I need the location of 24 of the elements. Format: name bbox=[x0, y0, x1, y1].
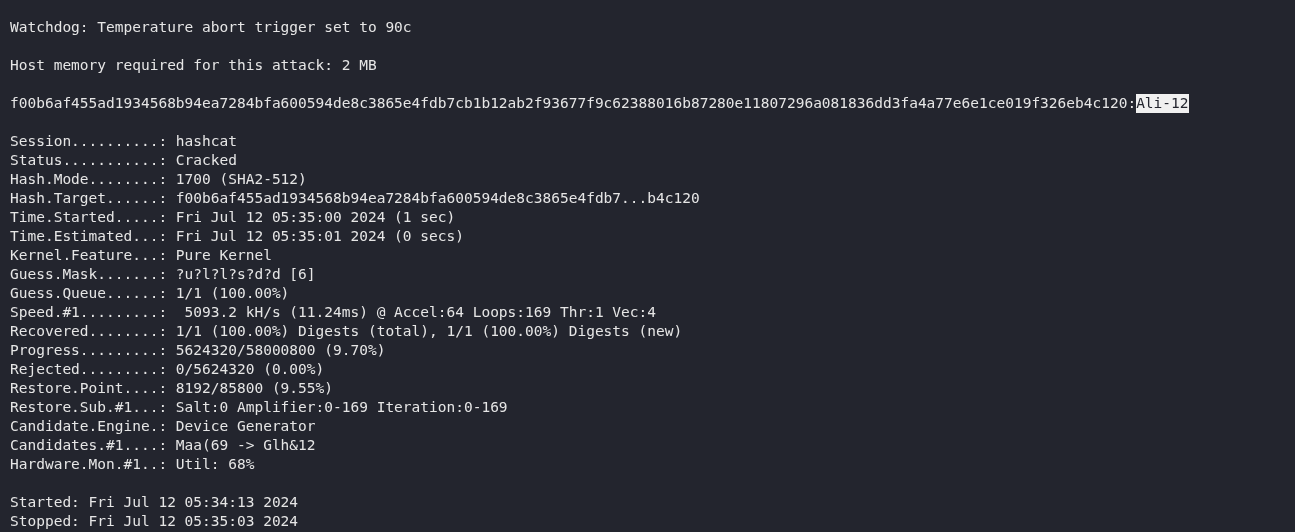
terminal-line: Recovered........: 1/1 (100.00%) Digests (total), 1/1 (100.00%) Digests (new) bbox=[10, 322, 684, 341]
terminal-line: Restore.Point....: 8192/85800 (9.55%) bbox=[10, 379, 334, 398]
terminal-line: Progress.........: 5624320/58000800 (9.70%) bbox=[10, 341, 387, 360]
terminal-line: Guess.Mask.......: ?u?l?l?s?d?d [6] bbox=[10, 265, 317, 284]
terminal-line: Guess.Queue......: 1/1 (100.00%) bbox=[10, 284, 291, 303]
terminal-line: Status...........: Cracked bbox=[10, 151, 238, 170]
terminal-line: Hardware.Mon.#1..: Util: 68% bbox=[10, 455, 256, 474]
terminal-line: Time.Started.....: Fri Jul 12 05:35:00 2024 (1 sec) bbox=[10, 208, 457, 227]
terminal-line: Started: Fri Jul 12 05:34:13 2024 bbox=[10, 493, 300, 512]
terminal-line: Candidate.Engine.: Device Generator bbox=[10, 417, 317, 436]
terminal-line: Session..........: hashcat bbox=[10, 132, 238, 151]
terminal-line: Hash.Mode........: 1700 (SHA2-512) bbox=[10, 170, 308, 189]
terminal-line: Candidates.#1....: Maa(69 -> Glh&12 bbox=[10, 436, 317, 455]
terminal-line: Time.Estimated...: Fri Jul 12 05:35:01 2024 (0 secs) bbox=[10, 227, 465, 246]
terminal-line: Restore.Sub.#1...: Salt:0 Amplifier:0-169 Iteration:0-169 bbox=[10, 398, 509, 417]
terminal-line: Kernel.Feature...: Pure Kernel bbox=[10, 246, 273, 265]
cracked-password: Ali-12 bbox=[1136, 94, 1189, 113]
hash-text: f00b6af455ad1934568b94ea7284bfa600594de8c3865e4fdb7cb1b12ab2f93677f9c62388016b87280e11807296a081836dd3fa4a77e6e1ce019f326eb4c120: bbox=[10, 94, 1137, 113]
terminal-line: Watchdog: Temperature abort trigger set to 90c bbox=[10, 18, 413, 37]
terminal-line: Stopped: Fri Jul 12 05:35:03 2024 bbox=[10, 512, 300, 531]
terminal-line: Rejected.........: 0/5624320 (0.00%) bbox=[10, 360, 326, 379]
terminal-line: Hash.Target......: f00b6af455ad1934568b94ea7284bfa600594de8c3865e4fdb7...b4c120 bbox=[10, 189, 701, 208]
terminal-line: Speed.#1.........: 5093.2 kH/s (11.24ms) @ Accel:64 Loops:169 Thr:1 Vec:4 bbox=[10, 303, 657, 322]
terminal-line: Host memory required for this attack: 2 MB bbox=[10, 56, 378, 75]
